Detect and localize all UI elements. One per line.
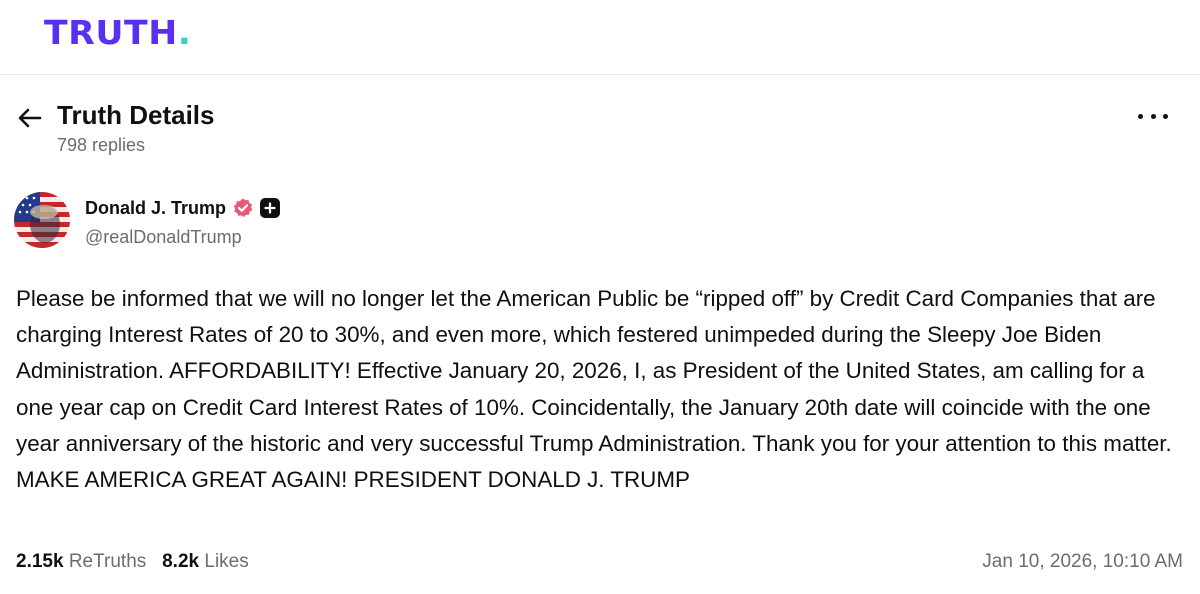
- verified-badge-icon: [233, 198, 253, 217]
- likes-label: Likes: [204, 551, 249, 572]
- retruths-label: ReTruths: [68, 551, 147, 572]
- post-timestamp: Jan 10, 2026, 10:10 AM: [982, 551, 1183, 572]
- page-title: Truth Details: [57, 100, 215, 130]
- avatar[interactable]: [14, 192, 70, 248]
- reply-count: 798 replies: [57, 135, 146, 155]
- more-dot: [1150, 113, 1156, 119]
- author-handle[interactable]: @realDonaldTrump: [85, 226, 242, 248]
- author-name[interactable]: Donald J. Trump: [85, 197, 226, 219]
- more-dot: [1163, 113, 1168, 119]
- likes-stat[interactable]: 8.2k Likes: [162, 551, 249, 572]
- back-button[interactable]: [16, 104, 44, 132]
- retruths-stat[interactable]: 2.15k ReTruths: [16, 551, 146, 572]
- post-author: Donald J. Trump @realDonaldTrump: [14, 192, 614, 250]
- post-stats: 2.15k ReTruths 8.2k Likes: [16, 549, 249, 575]
- plus-badge-icon: [260, 198, 280, 218]
- top-bar: TRUTH.: [0, 0, 1200, 75]
- likes-count: 8.2k: [162, 551, 200, 572]
- post-body: Please be informed that we will no longe…: [16, 286, 1172, 493]
- logo-text: TRUTH: [44, 13, 178, 52]
- avatar-image: [14, 192, 70, 248]
- more-dot: [1138, 113, 1143, 119]
- page-header: Truth Details 798 replies: [0, 96, 1200, 166]
- logo-dot: .: [177, 13, 192, 52]
- more-options-button[interactable]: [1138, 106, 1168, 126]
- truth-social-logo[interactable]: TRUTH.: [44, 13, 191, 53]
- arrow-left-icon: [18, 108, 42, 128]
- retruths-count: 2.15k: [16, 551, 64, 572]
